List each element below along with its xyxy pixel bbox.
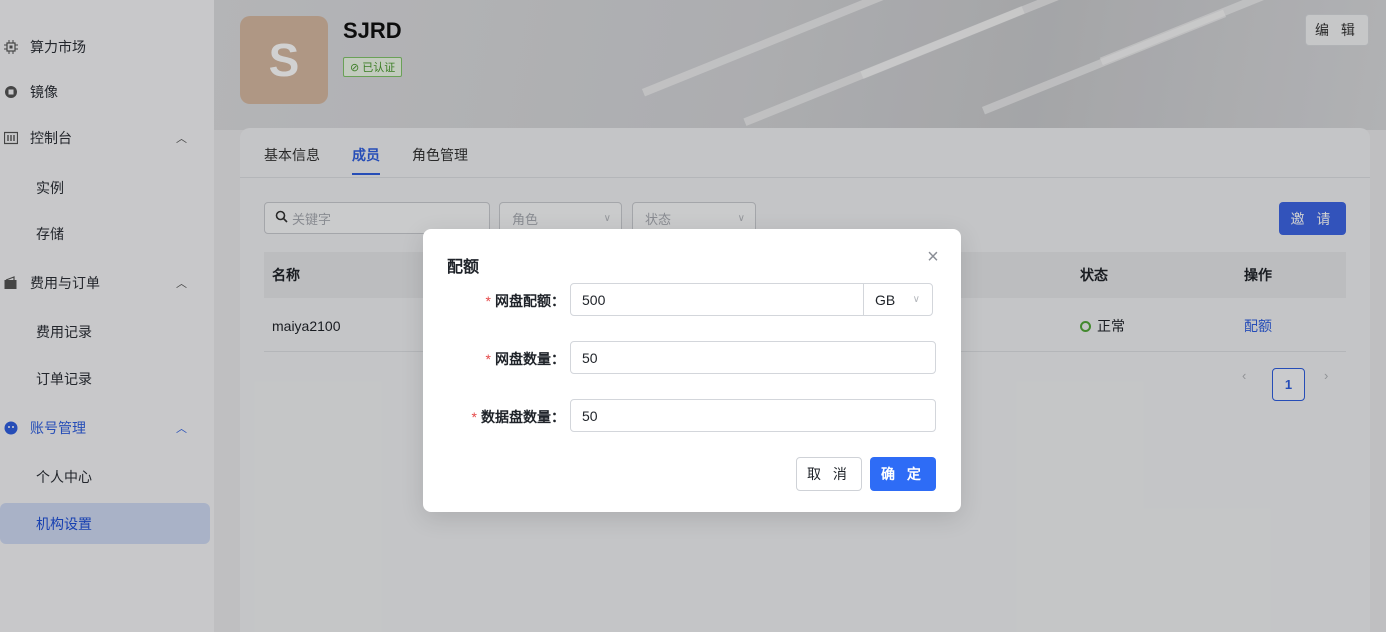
disk-quota-label: * 网盘配额： bbox=[485, 293, 565, 309]
modal-title: 配额 bbox=[447, 259, 480, 276]
cancel-button[interactable]: 取 消 bbox=[796, 457, 862, 491]
confirm-button[interactable]: 确 定 bbox=[870, 457, 936, 491]
data-disk-count-label: * 数据盘数量： bbox=[471, 409, 565, 425]
chevron-down-icon: ∨ bbox=[912, 294, 920, 305]
unit-value: GB bbox=[875, 291, 896, 308]
data-disk-count-input[interactable]: 50 bbox=[570, 399, 936, 432]
disk-quota-input[interactable]: 500 bbox=[570, 283, 864, 316]
disk-count-label: * 网盘数量： bbox=[485, 351, 565, 367]
quota-modal: 配额 × * 网盘配额： 500 GB ∨ * 网盘数量： 50 * 数据盘数量： 5… bbox=[423, 229, 961, 512]
unit-select[interactable]: GB ∨ bbox=[863, 283, 933, 316]
disk-count-input[interactable]: 50 bbox=[570, 341, 936, 374]
close-icon[interactable]: × bbox=[923, 246, 943, 268]
